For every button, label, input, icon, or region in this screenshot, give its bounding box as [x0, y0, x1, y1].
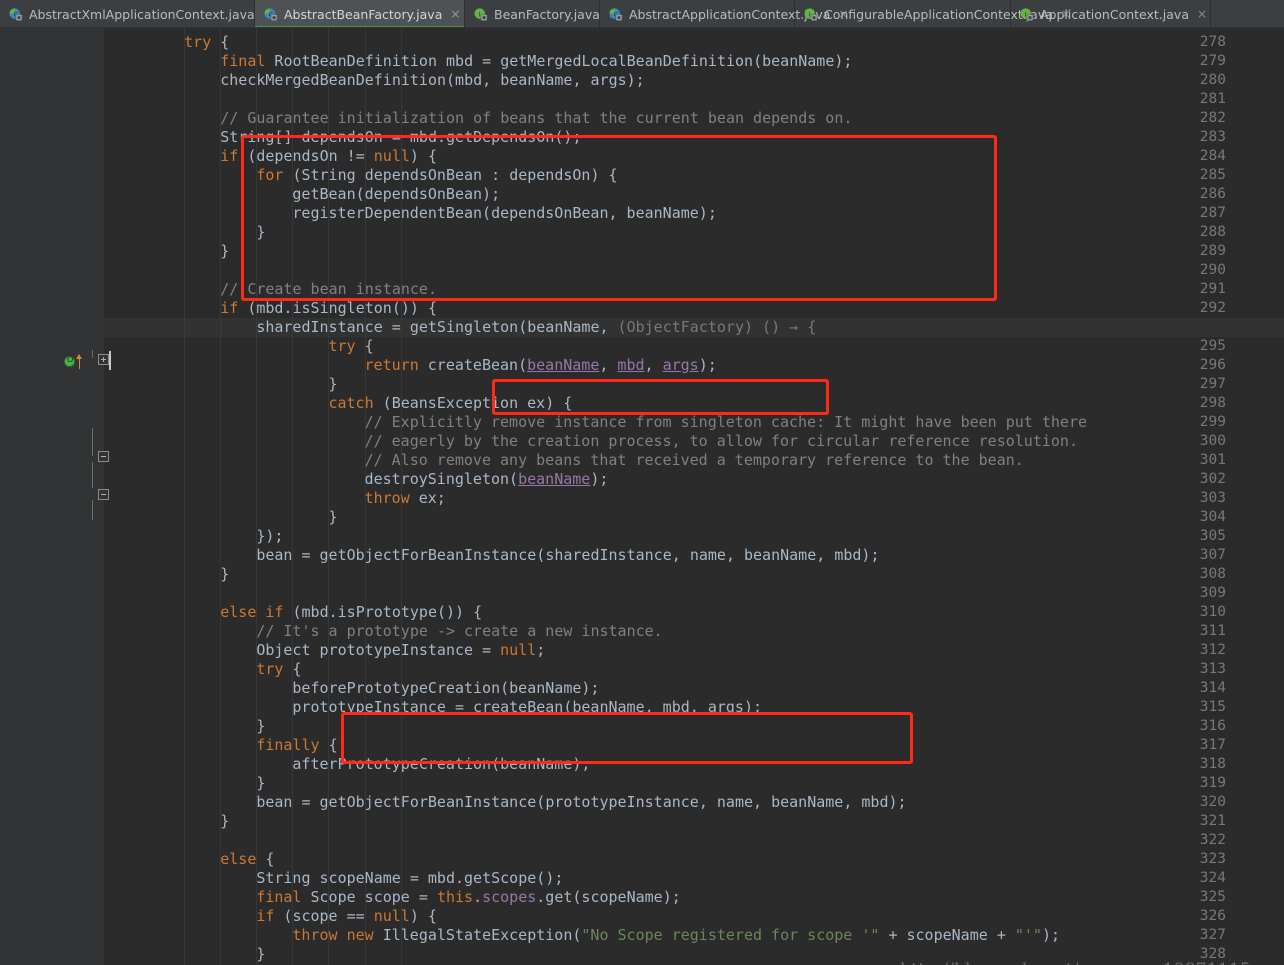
editor-tab-0[interactable]: CAbstractXmlApplicationContext.java× [0, 0, 273, 27]
java-interface-icon: I [1019, 7, 1034, 22]
indent-guide [364, 28, 366, 965]
code-line-289[interactable]: } [104, 242, 229, 261]
indent-guide [292, 28, 294, 965]
editor-tab-label: AbstractBeanFactory.java [284, 6, 443, 22]
code-line-296[interactable]: return createBean(beanName, mbd, args); [104, 356, 717, 375]
code-line-311[interactable]: // It's a prototype -> create a new inst… [104, 622, 662, 641]
code-line-281[interactable] [104, 90, 112, 109]
text-caret [109, 351, 111, 370]
code-line-285[interactable]: for (String dependsOnBean : dependsOn) { [104, 166, 617, 185]
code-line-292[interactable]: if (mbd.isSingleton()) { [104, 299, 437, 318]
indent-guide [184, 28, 186, 965]
indent-guide [256, 28, 258, 965]
indent-guide [220, 28, 222, 965]
code-line-279[interactable]: final RootBeanDefinition mbd = getMerged… [104, 52, 852, 71]
svg-text:I: I [1025, 10, 1027, 18]
fold-region-line [92, 350, 93, 358]
editor-tab-label: AbstractXmlApplicationContext.java [29, 6, 255, 22]
editor-tab-4[interactable]: I ConfigurableApplicationContext.java × [795, 0, 1071, 27]
code-line-313[interactable]: try { [104, 660, 301, 679]
code-editor[interactable]: 2772782792802812822832842852862872882892… [0, 28, 1284, 965]
code-line-327[interactable]: throw new IllegalStateException("No Scop… [104, 926, 1060, 945]
code-line-282[interactable]: // Guarantee initialization of beans tha… [104, 109, 852, 128]
code-line-293[interactable]: sharedInstance = getSingleton(beanName, … [104, 318, 1284, 337]
code-text-area[interactable]: try {final RootBeanDefinition mbd = getM… [104, 28, 1284, 965]
editor-tab-label: BeanFactory.java [494, 6, 600, 22]
code-line-323[interactable]: else { [104, 850, 274, 869]
java-class-icon: C [263, 7, 278, 22]
fold-region-line [92, 462, 93, 488]
code-line-284[interactable]: if (dependsOn != null) { [104, 147, 437, 166]
code-line-302[interactable]: destroySingleton(beanName); [104, 470, 609, 489]
code-line-295[interactable]: try { [104, 337, 373, 356]
code-line-315[interactable]: prototypeInstance = createBean(beanName,… [104, 698, 762, 717]
code-line-283[interactable]: String[] dependsOn = mbd.getDependsOn(); [104, 128, 581, 147]
svg-text:I: I [479, 10, 481, 18]
code-line-314[interactable]: beforePrototypeCreation(beanName); [104, 679, 599, 698]
code-line-321[interactable]: } [104, 812, 229, 831]
tab-close-icon[interactable]: × [1197, 8, 1207, 20]
override-arrow-icon [76, 354, 83, 369]
code-line-322[interactable] [104, 831, 112, 850]
code-line-287[interactable]: registerDependentBean(dependsOnBean, bea… [104, 204, 716, 223]
code-line-312[interactable]: Object prototypeInstance = null; [104, 641, 545, 660]
editor-tab-5[interactable]: I ApplicationContext.java × [1011, 0, 1211, 27]
code-line-300[interactable]: // eagerly by the creation process, to a… [104, 432, 1078, 451]
java-class-icon: C [608, 7, 623, 22]
svg-text:I: I [809, 10, 811, 18]
code-line-326[interactable]: if (scope == null) { [104, 907, 437, 926]
editor-tab-bar[interactable]: CAbstractXmlApplicationContext.java×CAbs… [0, 0, 1284, 28]
editor-tab-1[interactable]: C AbstractBeanFactory.java × [255, 0, 465, 27]
code-line-325[interactable]: final Scope scope = this.scopes.get(scop… [104, 888, 680, 907]
implements-marker-circle [64, 355, 75, 367]
fold-region-line [92, 428, 93, 456]
code-line-301[interactable]: // Also remove any beans that received a… [104, 451, 1024, 470]
java-interface-icon: I [803, 7, 818, 22]
code-line-290[interactable] [104, 261, 112, 280]
editor-tab-label: ApplicationContext.java [1040, 6, 1189, 22]
code-line-308[interactable]: } [104, 565, 229, 584]
code-line-286[interactable]: getBean(dependsOnBean); [104, 185, 500, 204]
code-line-318[interactable]: afterPrototypeCreation(beanName); [104, 755, 590, 774]
code-line-291[interactable]: // Create bean instance. [104, 280, 437, 299]
overriding-method-icon[interactable] [64, 354, 84, 370]
code-line-299[interactable]: // Explicitly remove instance from singl… [104, 413, 1087, 432]
editor-tab-2[interactable]: IBeanFactory.java× [465, 0, 618, 27]
code-line-320[interactable]: bean = getObjectForBeanInstance(prototyp… [104, 793, 906, 812]
indent-guide [400, 28, 402, 965]
java-class-icon: C [8, 7, 23, 22]
code-line-324[interactable]: String scopeName = mbd.getScope(); [104, 869, 563, 888]
editor-tab-3[interactable]: C AbstractApplicationContext.java × [600, 0, 849, 27]
fold-region-line [92, 500, 93, 520]
indent-guide [328, 28, 330, 965]
code-line-303[interactable]: throw ex; [104, 489, 446, 508]
java-interface-icon: I [473, 7, 488, 22]
tab-close-icon[interactable]: × [450, 8, 460, 20]
code-line-309[interactable] [104, 584, 112, 603]
code-line-298[interactable]: catch (BeansException ex) { [104, 394, 572, 413]
code-line-278[interactable]: try { [104, 33, 229, 52]
